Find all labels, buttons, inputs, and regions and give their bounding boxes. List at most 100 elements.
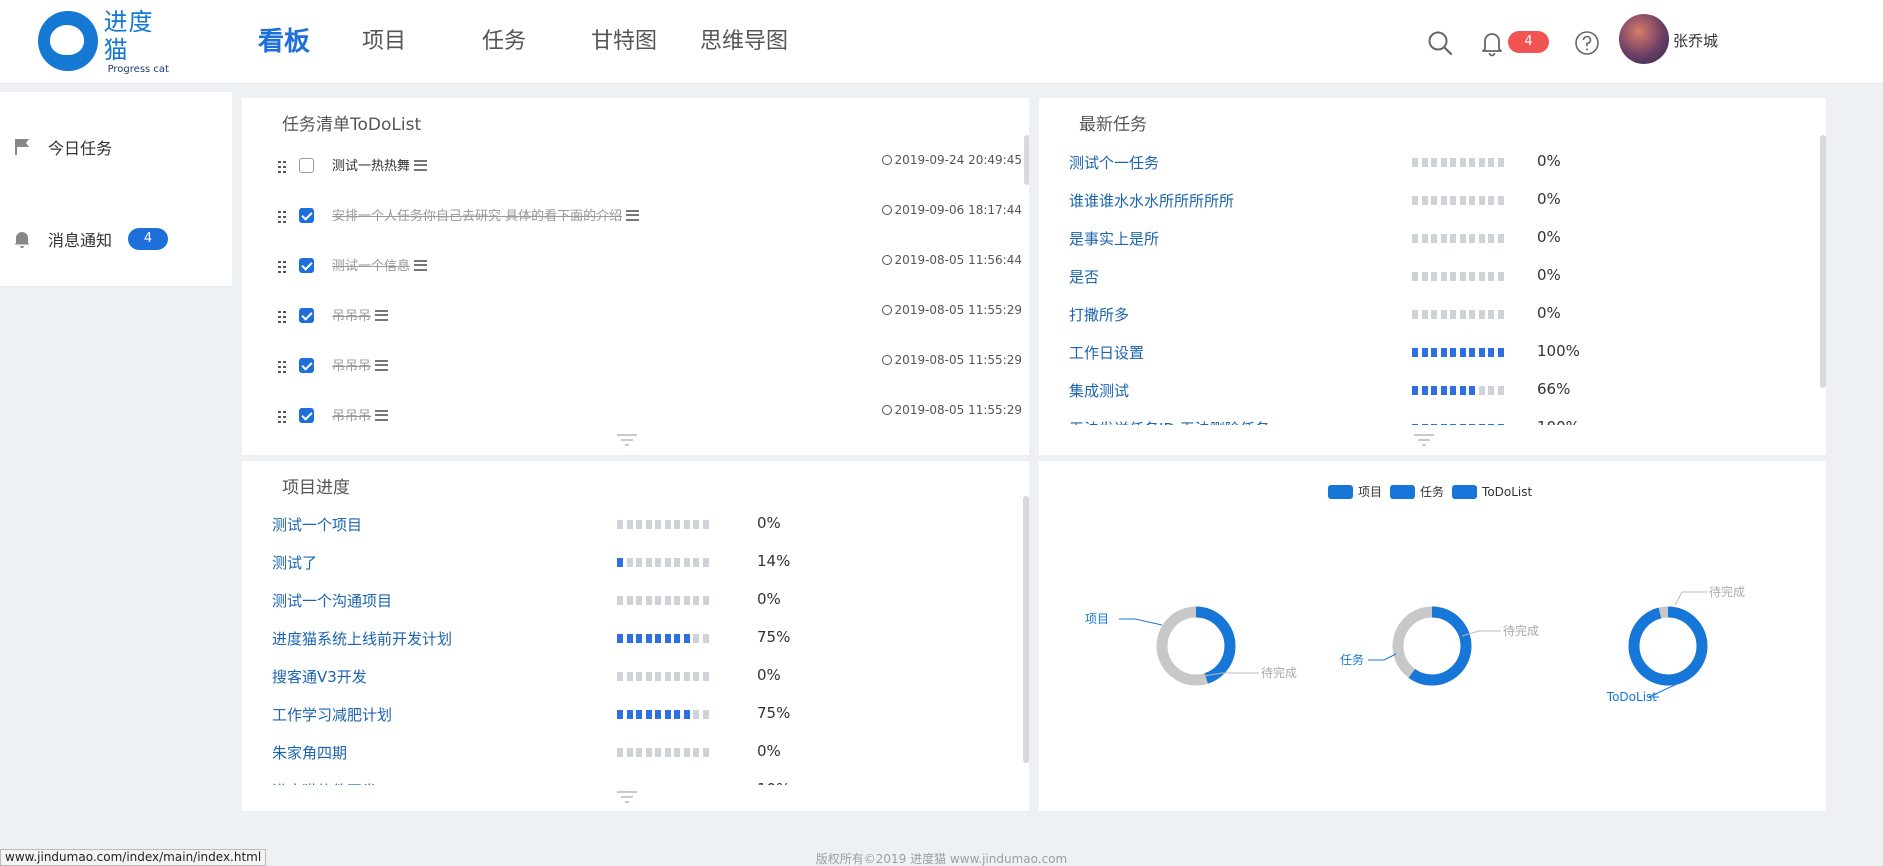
avatar[interactable] — [1619, 14, 1669, 64]
progress-segment — [636, 748, 642, 757]
item-name-link[interactable]: 集成测试 — [1069, 380, 1129, 401]
donut-done-arc[interactable] — [1628, 606, 1708, 686]
list-item: 测试一个项目 0% — [272, 512, 792, 536]
progress-segment — [702, 710, 709, 719]
progress-segment — [683, 520, 690, 529]
progress-segment — [645, 596, 652, 605]
drag-handle-icon[interactable] — [278, 408, 286, 423]
drag-handle-icon[interactable] — [278, 208, 286, 223]
todo-checkbox[interactable] — [299, 158, 314, 173]
nav-item-gantt[interactable]: 甘特图 — [591, 20, 700, 64]
todo-row[interactable]: 安排一个人任务你自己去研究 具体的看下面的介绍 2019-09-06 18:17:… — [242, 200, 1022, 230]
todo-row[interactable]: 吊吊吊 2019-08-05 11:55:29 — [242, 300, 1022, 330]
todo-row[interactable]: 测试一个信息 2019-08-05 11:56:44 — [242, 250, 1022, 280]
item-name-link[interactable]: 测试了 — [272, 552, 317, 573]
progress-percent: 0% — [1537, 228, 1561, 246]
filter-icon[interactable] — [1414, 433, 1434, 447]
item-name-link[interactable]: 是事实上是所 — [1069, 228, 1159, 249]
donut-remaining-label: 待完成 — [1503, 623, 1539, 638]
todo-checkbox[interactable] — [299, 308, 314, 323]
progress-segment — [674, 672, 680, 681]
filter-icon[interactable] — [617, 433, 637, 447]
todo-checkbox[interactable] — [299, 208, 314, 223]
todo-row[interactable]: 测试一热热舞 2019-09-24 20:49:45 — [242, 150, 1022, 180]
drag-handle-icon[interactable] — [278, 258, 286, 273]
item-name-link[interactable]: 打撒所多 — [1069, 304, 1129, 325]
username[interactable]: 张乔城 — [1673, 30, 1718, 51]
item-name-link[interactable]: 进度猫软件开发 — [272, 780, 377, 785]
progress-segment — [664, 558, 671, 567]
notification-badge[interactable]: 4 — [1508, 31, 1549, 53]
item-name-link[interactable]: 工作学习减肥计划 — [272, 704, 392, 725]
progress-segment — [655, 672, 661, 681]
todo-text: 吊吊吊 — [332, 359, 372, 374]
item-name-link[interactable]: 朱家角四期 — [272, 742, 347, 763]
drag-handle-icon[interactable] — [278, 308, 286, 323]
progress-segment — [693, 520, 699, 529]
scrollbar[interactable] — [1024, 135, 1029, 185]
nav-item-tasks[interactable]: 任务 — [482, 20, 591, 64]
scrollbar[interactable] — [1820, 135, 1826, 388]
progress-segment — [1497, 386, 1504, 395]
todo-text-wrap[interactable]: 吊吊吊 — [332, 305, 389, 324]
sidebar-item-notifications[interactable]: 消息通知 4 — [0, 219, 232, 259]
progress-segment — [1478, 234, 1485, 243]
todo-time: 2019-08-05 11:55:29 — [881, 403, 1022, 417]
progress-segment — [1488, 234, 1494, 243]
todo-text-wrap[interactable]: 测试一个信息 — [332, 255, 428, 274]
drag-handle-icon[interactable] — [278, 158, 286, 173]
progress-bar — [617, 710, 712, 719]
clock-icon — [881, 305, 892, 315]
progress-segment — [1412, 310, 1418, 319]
progress-segment — [636, 634, 642, 643]
item-name-link[interactable]: 无法发送任务ID 无法删除任务 — [1069, 418, 1270, 425]
todo-text-wrap[interactable]: 吊吊吊 — [332, 355, 389, 374]
progress-segment — [655, 634, 661, 643]
latest-tasks-panel: 最新任务 测试个一任务 0% 谁谁谁水水水所所所所所 0% 是事实上是所 0% 是否 0% 打撒… — [1039, 98, 1826, 455]
todo-timestamp: 2019-09-24 20:49:45 — [894, 153, 1022, 167]
progress-segment — [1469, 386, 1475, 395]
sidebar-item-today-tasks[interactable]: 今日任务 — [0, 127, 232, 167]
todo-text-wrap[interactable]: 测试一热热舞 — [332, 155, 428, 174]
scrollbar[interactable] — [1023, 496, 1029, 763]
bell-icon[interactable] — [1477, 28, 1507, 58]
todo-row[interactable]: 吊吊吊 2019-08-05 11:55:29 — [242, 350, 1022, 380]
todo-checkbox[interactable] — [299, 358, 314, 373]
nav-item-projects[interactable]: 项目 — [362, 20, 482, 64]
todo-text: 吊吊吊 — [332, 409, 372, 424]
item-name-link[interactable]: 是否 — [1069, 266, 1099, 287]
logo-cat-icon — [38, 11, 98, 71]
todo-checkbox[interactable] — [299, 408, 314, 423]
item-name-link[interactable]: 进度猫系统上线前开发计划 — [272, 628, 452, 649]
help-icon[interactable] — [1572, 28, 1602, 58]
progress-percent: 75% — [757, 628, 791, 646]
item-name-link[interactable]: 测试一个沟通项目 — [272, 590, 392, 611]
todo-row[interactable]: 吊吊吊 2019-08-05 11:55:29 — [242, 400, 1022, 430]
item-name-link[interactable]: 工作日设置 — [1069, 342, 1144, 363]
todo-text-wrap[interactable]: 安排一个人任务你自己去研究 具体的看下面的介绍 — [332, 205, 640, 224]
notification-count-badge: 4 — [128, 228, 168, 250]
todo-text: 安排一个人任务你自己去研究 具体的看下面的介绍 — [332, 209, 623, 224]
item-name-link[interactable]: 测试一个项目 — [272, 514, 362, 535]
todo-text-wrap[interactable]: 吊吊吊 — [332, 405, 389, 424]
logo[interactable]: 进度猫 Progress cat — [38, 8, 178, 75]
nav-item-mindmap[interactable]: 思维导图 — [700, 20, 788, 64]
filter-icon[interactable] — [617, 790, 637, 804]
item-name-link[interactable]: 搜客通V3开发 — [272, 666, 367, 687]
nav-item-dashboard[interactable]: 看板 — [258, 20, 362, 64]
progress-segment — [1450, 310, 1456, 319]
progress-segment — [655, 596, 661, 605]
drag-handle-icon[interactable] — [278, 358, 286, 373]
detail-icon — [414, 160, 428, 171]
search-icon[interactable] — [1425, 28, 1455, 58]
logo-subtitle: Progress cat — [107, 63, 169, 75]
item-name-link[interactable]: 谁谁谁水水水所所所所所 — [1069, 190, 1234, 211]
panel-title: 最新任务 — [1079, 115, 1147, 135]
progress-segment — [1412, 386, 1418, 395]
progress-segment — [1497, 348, 1504, 357]
item-name-link[interactable]: 测试个一任务 — [1069, 152, 1159, 173]
progress-segment — [1450, 386, 1456, 395]
list-item: 进度猫软件开发 10% — [272, 778, 792, 785]
progress-segment — [1412, 234, 1418, 243]
todo-checkbox[interactable] — [299, 258, 314, 273]
